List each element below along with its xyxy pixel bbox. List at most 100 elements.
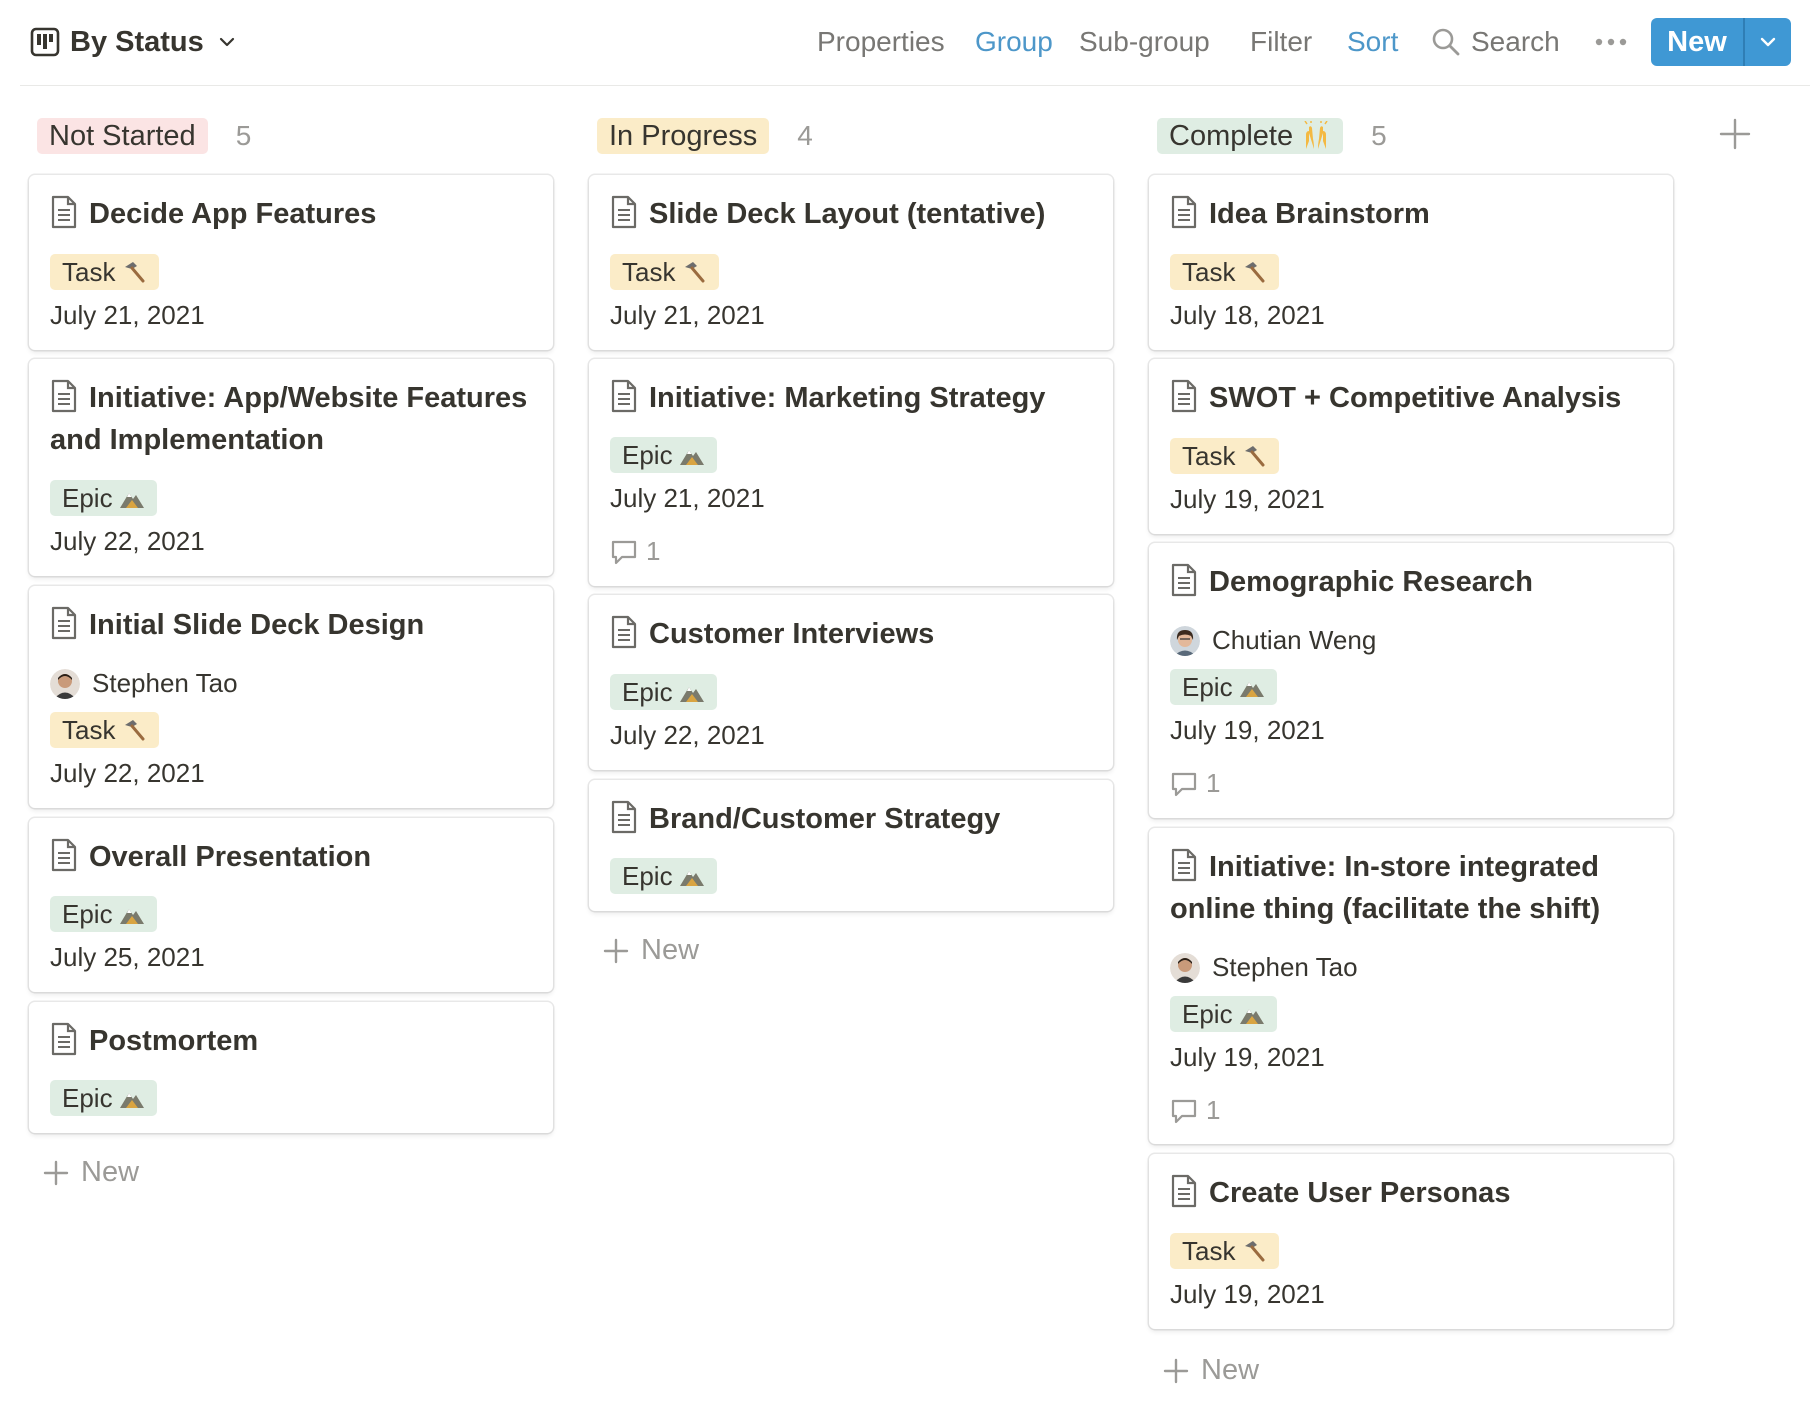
comment-count-value: 1 <box>646 536 661 566</box>
page-icon <box>1171 848 1197 882</box>
mountain-icon <box>119 493 144 508</box>
card-title: Initiative: App/Website Features and Imp… <box>50 377 534 461</box>
avatar <box>1170 625 1200 656</box>
card-title: Customer Interviews <box>610 613 1094 655</box>
comment-count: 1 <box>610 536 660 567</box>
card[interactable]: Postmortem Epic <box>29 1002 553 1133</box>
comment-count-value: 1 <box>1206 768 1221 798</box>
chevron-down-icon <box>1760 37 1775 47</box>
status-pill[interactable]: Not Started <box>37 118 208 154</box>
card-title-text: Decide App Features <box>89 198 377 230</box>
view-switcher[interactable]: By Status <box>30 20 236 64</box>
status-pill[interactable]: Complete <box>1157 118 1344 154</box>
type-tag: Task <box>50 254 160 290</box>
card-title-text: Initiative: Marketing Strategy <box>649 382 1046 414</box>
card-date: July 22, 2021 <box>50 758 205 788</box>
group-button[interactable]: Group <box>975 20 1053 64</box>
card[interactable]: Initial Slide Deck Design Stephen Tao Ta… <box>29 586 553 808</box>
assignee-name: Chutian Weng <box>1212 625 1377 655</box>
tag-label: Epic <box>1182 999 1233 1029</box>
new-button[interactable]: New <box>1651 18 1743 66</box>
add-card-button[interactable]: New <box>603 934 699 967</box>
card-title-text: Demographic Research <box>1209 566 1533 598</box>
hammer-icon <box>685 262 705 283</box>
card[interactable]: Brand/Customer Strategy Epic <box>589 780 1113 911</box>
new-dropdown-button[interactable] <box>1745 18 1792 66</box>
tag-label: Epic <box>62 899 113 929</box>
card-title-text: Customer Interviews <box>649 618 935 650</box>
comment-icon <box>611 540 637 564</box>
hammer-icon <box>1245 446 1265 467</box>
plus-icon <box>603 938 629 963</box>
card[interactable]: Demographic Research Chutian Weng Epic J… <box>1149 543 1673 818</box>
type-tag: Epic <box>610 437 717 473</box>
tag-label: Epic <box>622 677 673 707</box>
plus-icon <box>1163 1358 1189 1383</box>
card-title: Initiative: Marketing Strategy <box>610 377 1094 419</box>
page-icon <box>1171 1174 1197 1208</box>
sort-button[interactable]: Sort <box>1347 20 1398 64</box>
column-header: In Progress 4 <box>589 110 1113 162</box>
tag-label: Task <box>622 257 676 287</box>
comment-icon <box>1171 1099 1197 1123</box>
tag-label: Task <box>62 715 116 745</box>
comment-icon <box>1171 772 1197 796</box>
card[interactable]: Decide App Features Task July 21, 2021 <box>29 175 553 350</box>
page-icon <box>611 195 637 229</box>
type-tag: Epic <box>50 480 157 516</box>
card[interactable]: Slide Deck Layout (tentative) Task July … <box>589 175 1113 350</box>
column-count: 5 <box>1371 120 1387 151</box>
card[interactable]: Overall Presentation Epic July 25, 2021 <box>29 818 553 992</box>
more-options-button[interactable] <box>1591 20 1631 64</box>
type-tag: Task <box>1170 1233 1280 1269</box>
card-title-text: SWOT + Competitive Analysis <box>1209 382 1622 414</box>
card[interactable]: Idea Brainstorm Task July 18, 2021 <box>1149 175 1673 350</box>
view-name: By Status <box>70 25 204 58</box>
subgroup-button[interactable]: Sub-group <box>1079 20 1210 64</box>
tag-label: Task <box>1182 1236 1236 1266</box>
mountain-icon <box>119 1093 144 1108</box>
assignee: Chutian Weng <box>1170 625 1376 656</box>
board-toolbar: By Status Properties Group Sub-group Fil… <box>20 0 1810 86</box>
card-date: July 21, 2021 <box>610 300 765 330</box>
search-icon <box>1432 28 1460 56</box>
page-icon <box>1171 195 1197 229</box>
card-date: July 19, 2021 <box>1170 715 1325 745</box>
card[interactable]: Initiative: Marketing Strategy Epic July… <box>589 359 1113 586</box>
card[interactable]: Initiative: App/Website Features and Imp… <box>29 359 553 576</box>
mountain-icon <box>1239 682 1264 697</box>
type-tag: Epic <box>610 674 717 710</box>
type-tag: Task <box>1170 254 1280 290</box>
page-icon <box>1171 379 1197 413</box>
mountain-icon <box>1239 1009 1264 1024</box>
status-pill[interactable]: In Progress <box>597 118 770 154</box>
assignee: Stephen Tao <box>1170 952 1358 983</box>
type-tag: Epic <box>50 896 157 932</box>
card-date: July 21, 2021 <box>610 483 765 513</box>
card-title-text: Overall Presentation <box>89 841 372 873</box>
card[interactable]: Customer Interviews Epic July 22, 2021 <box>589 595 1113 770</box>
plus-icon <box>43 1160 69 1185</box>
avatar <box>50 668 80 699</box>
hammer-icon <box>125 262 145 283</box>
new-button-group: New <box>1651 18 1791 66</box>
card[interactable]: SWOT + Competitive Analysis Task July 19… <box>1149 359 1673 534</box>
properties-button[interactable]: Properties <box>817 20 945 64</box>
card[interactable]: Create User Personas Task July 19, 2021 <box>1149 1154 1673 1329</box>
add-group-icon[interactable] <box>1718 117 1752 151</box>
card-title: Idea Brainstorm <box>1170 193 1654 235</box>
add-card-button[interactable]: New <box>1163 1354 1259 1387</box>
add-card-label: New <box>1201 1354 1260 1386</box>
tag-label: Task <box>1182 257 1236 287</box>
add-card-button[interactable]: New <box>43 1156 139 1189</box>
filter-button[interactable]: Filter <box>1250 20 1312 64</box>
type-tag: Epic <box>1170 996 1277 1032</box>
status-pill-label: Complete <box>1169 120 1294 152</box>
comment-count: 1 <box>1170 768 1220 799</box>
card[interactable]: Initiative: In-store integrated online t… <box>1149 828 1673 1144</box>
type-tag: Task <box>1170 438 1280 474</box>
card-title: SWOT + Competitive Analysis <box>1170 377 1654 419</box>
card-title: Slide Deck Layout (tentative) <box>610 193 1094 235</box>
search-button[interactable]: Search <box>1431 20 1560 64</box>
card-date: July 22, 2021 <box>610 720 765 750</box>
